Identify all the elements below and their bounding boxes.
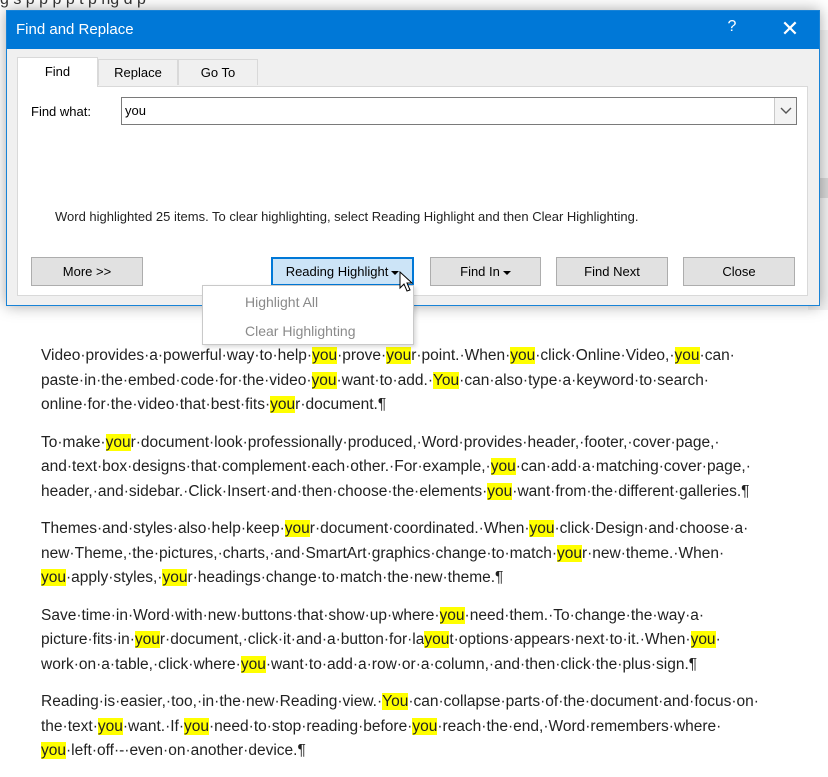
find-what-input[interactable]: you — [121, 97, 797, 125]
document-paragraph: To·make·your·document·look·professionall… — [41, 433, 751, 500]
highlighted-match: you — [424, 631, 450, 648]
dialog-title: Find and Replace — [16, 21, 134, 38]
menu-item-highlight-all[interactable]: Highlight All — [245, 294, 318, 310]
highlighted-match: you — [134, 631, 160, 648]
document-paragraph: Save·time·in·Word·with·new·buttons·that·… — [41, 606, 721, 673]
highlighted-match: you — [690, 631, 716, 648]
highlighted-match: you — [490, 458, 516, 475]
find-replace-dialog: Find and Replace ? ✕ Find Replace Go To … — [6, 10, 820, 306]
find-in-button[interactable]: Find In — [430, 257, 541, 286]
highlighted-match: you — [284, 520, 310, 537]
find-panel: Find what: you Word highlighted 25 items… — [17, 86, 808, 296]
chevron-down-icon — [780, 107, 792, 114]
more-button[interactable]: More >> — [31, 257, 143, 286]
highlighted-match: you — [41, 569, 66, 586]
highlighted-match: you — [162, 569, 188, 586]
find-what-label: Find what: — [31, 104, 91, 119]
title-bar: Find and Replace ? ✕ — [7, 11, 819, 49]
close-icon[interactable]: ✕ — [773, 15, 807, 45]
highlighted-match: you — [311, 371, 337, 389]
reading-highlight-menu: Highlight All Clear Highlighting — [202, 285, 414, 345]
highlighted-match: you — [439, 606, 465, 624]
highlighted-match: you — [674, 347, 700, 364]
document-body[interactable]: Video·provides·a·powerful·way·to·help·yo… — [41, 344, 816, 777]
reading-highlight-label: Reading Highlight — [285, 264, 389, 279]
highlighted-match: you — [312, 347, 338, 364]
mouse-pointer-icon — [399, 271, 413, 292]
highlighted-match: you — [487, 482, 513, 500]
status-message: Word highlighted 25 items. To clear high… — [55, 209, 639, 224]
highlighted-match: you — [97, 717, 123, 735]
menu-item-clear-highlighting[interactable]: Clear Highlighting — [245, 323, 356, 339]
help-button[interactable]: ? — [717, 18, 747, 36]
document-paragraph: Reading·is·easier,·too,·in·the·new·Readi… — [41, 693, 759, 759]
highlighted-match: you — [412, 717, 438, 735]
document-paragraph: Video·provides·a·powerful·way·to·help·yo… — [41, 347, 735, 413]
tab-goto-label: Go To — [200, 65, 236, 80]
highlighted-match: you — [270, 396, 296, 413]
highlighted-match: you — [556, 544, 582, 562]
highlighted-match: you — [240, 655, 266, 673]
highlighted-match: you — [184, 717, 210, 735]
find-history-dropdown[interactable] — [774, 98, 796, 124]
highlighted-match: You — [433, 371, 460, 389]
find-in-label: Find In — [460, 264, 500, 279]
highlighted-match: you — [41, 742, 66, 759]
highlighted-match: You — [382, 693, 409, 710]
tab-replace-label: Replace — [114, 65, 162, 80]
highlighted-match: you — [510, 347, 536, 364]
find-next-button[interactable]: Find Next — [556, 257, 668, 286]
caret-down-icon — [502, 270, 511, 275]
highlighted-match: you — [386, 347, 412, 364]
highlighted-match: you — [105, 433, 131, 451]
reading-highlight-button[interactable]: Reading Highlight — [271, 257, 414, 286]
highlighted-match: you — [529, 520, 555, 537]
close-button[interactable]: Close — [683, 257, 795, 286]
tab-find-label: Find — [44, 64, 71, 79]
tab-find[interactable]: Find — [17, 57, 98, 87]
document-paragraph: Themes·and·styles·also·help·keep·your·do… — [41, 520, 749, 586]
tab-goto[interactable]: Go To — [178, 59, 258, 85]
tab-replace[interactable]: Replace — [98, 59, 178, 85]
find-what-value: you — [125, 103, 146, 118]
